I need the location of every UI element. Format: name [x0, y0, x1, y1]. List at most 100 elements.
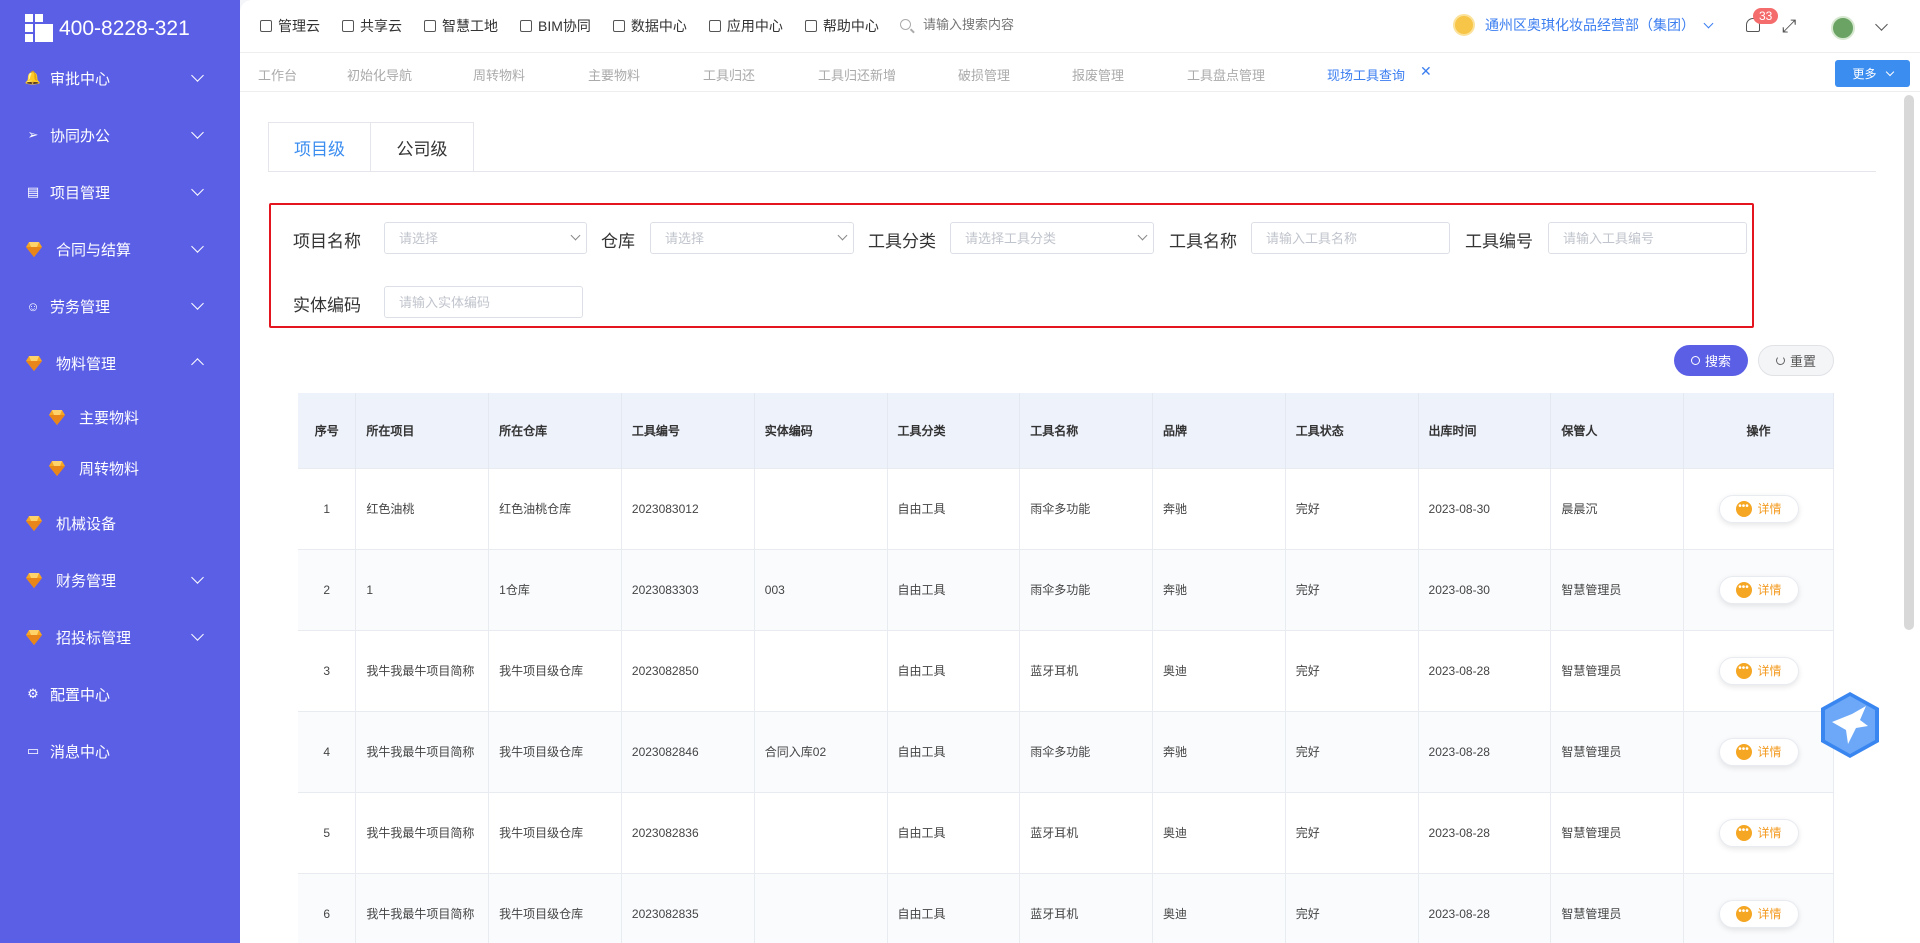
- chevron-down-icon: [191, 183, 204, 196]
- entity-code-input[interactable]: [384, 286, 583, 318]
- detail-button[interactable]: ••• 详情: [1718, 737, 1799, 766]
- tab-7[interactable]: 报废管理: [1072, 65, 1124, 84]
- topnav-item-6[interactable]: 帮助中心: [804, 16, 879, 36]
- topnav-item-1[interactable]: 共享云: [342, 16, 402, 36]
- fullscreen-icon[interactable]: ⤢: [1782, 16, 1796, 37]
- table-cell: 2023083012: [621, 467, 755, 549]
- sidebar-item-4[interactable]: ☺ 劳务管理: [0, 286, 240, 326]
- topnav-item-5[interactable]: 应用中心: [708, 16, 783, 36]
- chevron-down-icon: [191, 297, 204, 310]
- reset-button[interactable]: 重置: [1758, 345, 1834, 376]
- tab-5[interactable]: 工具归还新增: [818, 65, 896, 84]
- global-search: [900, 17, 1123, 32]
- detail-button[interactable]: ••• 详情: [1718, 575, 1799, 604]
- sidebar-item-3[interactable]: 合同与结算: [0, 229, 240, 269]
- more-dots-icon: •••: [1735, 743, 1752, 760]
- topnav-item-0[interactable]: 管理云: [260, 16, 320, 36]
- table-cell: 奥迪: [1152, 791, 1286, 873]
- table-cell: 2023-08-28: [1418, 629, 1552, 711]
- tab-4[interactable]: 工具归还: [703, 65, 755, 84]
- table-cell: 6: [298, 872, 357, 943]
- tab-8[interactable]: 工具盘点管理: [1187, 65, 1265, 84]
- table-cell: 智慧管理员: [1550, 791, 1685, 873]
- org-icon: [1453, 14, 1475, 36]
- chevron-down-icon: [1703, 18, 1714, 28]
- tab-close-icon[interactable]: ✕: [1420, 63, 1432, 80]
- assistant-bird-icon[interactable]: [1818, 690, 1882, 760]
- table-cell: 红色油桃仓库: [488, 467, 622, 549]
- tab-1[interactable]: 初始化导航: [347, 65, 412, 84]
- chevron-down-icon: [191, 628, 204, 641]
- table-cell: 003: [754, 548, 888, 630]
- more-button[interactable]: 更多: [1835, 60, 1910, 87]
- detail-button[interactable]: ••• 详情: [1718, 899, 1799, 928]
- sidebar-item-label: 配置中心: [50, 686, 111, 704]
- nav-icon: [612, 20, 625, 32]
- table-cell: 智慧管理员: [1550, 629, 1685, 711]
- sidebar-item-8[interactable]: 机械设备: [0, 503, 240, 543]
- warehouse-select[interactable]: [650, 222, 854, 254]
- table-cell: 自由工具: [887, 548, 1021, 630]
- warehouse-label: 仓库: [601, 232, 635, 251]
- tool-name-input[interactable]: [1251, 222, 1450, 254]
- tab-company-level[interactable]: 公司级: [371, 122, 474, 172]
- search-button[interactable]: 搜索: [1674, 345, 1748, 376]
- org-selector[interactable]: 通州区奥琪化妆品经营部（集团）: [1453, 14, 1714, 36]
- table-cell: 2023-08-30: [1418, 467, 1552, 549]
- action-cell: ••• 详情: [1683, 548, 1834, 630]
- more-button-label: 更多: [1852, 67, 1877, 81]
- sidebar-item-11[interactable]: ⚙ 配置中心: [0, 674, 240, 714]
- topnav-item-4[interactable]: 数据中心: [612, 16, 687, 36]
- sidebar-item-10[interactable]: 招投标管理: [0, 617, 240, 657]
- tab-6[interactable]: 破损管理: [958, 65, 1010, 84]
- sidebar-item-2[interactable]: ▤ 项目管理: [0, 172, 240, 212]
- chevron-down-icon: [191, 240, 204, 253]
- detail-button[interactable]: ••• 详情: [1718, 818, 1799, 847]
- topnav-item-2[interactable]: 智慧工地: [424, 16, 498, 36]
- table-cell: [754, 791, 888, 873]
- tab-3[interactable]: 主要物料: [588, 65, 640, 84]
- global-search-input[interactable]: [923, 17, 1123, 32]
- detail-button[interactable]: ••• 详情: [1718, 656, 1799, 685]
- topnav-label: BIM协同: [538, 18, 591, 34]
- tab-2[interactable]: 周转物料: [473, 65, 525, 84]
- filter-panel: 项目名称 仓库 工具分类 工具名称 工具编号 实体编码: [269, 203, 1754, 328]
- detail-button-label: 详情: [1757, 907, 1782, 922]
- table-cell: 智慧管理员: [1550, 710, 1685, 792]
- sidebar-item-7[interactable]: 周转物料: [0, 448, 240, 488]
- tool-category-select[interactable]: [950, 222, 1154, 254]
- chevron-down-icon: [191, 126, 204, 139]
- topnav-label: 帮助中心: [822, 18, 879, 34]
- action-cell: ••• 详情: [1683, 629, 1834, 711]
- table-cell: 合同入库02: [754, 710, 888, 792]
- tab-0[interactable]: 工作台: [258, 65, 297, 84]
- table-cell: 蓝牙耳机: [1019, 872, 1154, 943]
- gear-icon: ⚙: [27, 686, 39, 701]
- tab-project-level[interactable]: 项目级: [268, 122, 371, 172]
- avatar[interactable]: [1831, 16, 1855, 40]
- tool-code-input[interactable]: [1548, 222, 1747, 254]
- table-cell: 奥迪: [1152, 629, 1286, 711]
- sidebar-item-1[interactable]: ➢ 协同办公: [0, 115, 240, 155]
- table-header-row: 序号 所在项目 所在仓库 工具编号 实体编码 工具分类 工具名称 品牌 工具状态 出库时间 保管人操…: [298, 393, 1834, 468]
- table-cell: 蓝牙耳机: [1019, 791, 1154, 873]
- sidebar-item-label: 财务管理: [56, 572, 117, 590]
- chevron-down-icon: [1885, 67, 1894, 77]
- gem-icon: [49, 409, 65, 425]
- topnav-item-3[interactable]: BIM协同: [520, 16, 591, 36]
- sidebar-item-12[interactable]: ▭ 消息中心: [0, 731, 240, 771]
- tab-9[interactable]: 现场工具查询: [1327, 65, 1405, 84]
- table-cell: 1仓库: [488, 548, 622, 630]
- scrollbar[interactable]: [1904, 95, 1914, 630]
- project-name-select[interactable]: [384, 222, 587, 254]
- user-menu-chevron-icon[interactable]: [1875, 18, 1888, 31]
- sidebar-item-5[interactable]: 物料管理: [0, 343, 240, 383]
- table-cell: 1: [355, 548, 490, 630]
- document-icon: ▤: [26, 184, 40, 199]
- sidebar-item-label: 周转物料: [79, 460, 140, 478]
- sidebar-item-6[interactable]: 主要物料: [0, 397, 240, 437]
- sidebar-item-9[interactable]: 财务管理: [0, 560, 240, 600]
- sidebar-item-0[interactable]: 🔔 审批中心: [0, 58, 240, 98]
- detail-button[interactable]: ••• 详情: [1718, 494, 1799, 523]
- table-row: 2 1 1仓库 2023083303 003 自由工具 雨伞多功能 奔驰 完好 2023-08-3…: [298, 548, 1834, 630]
